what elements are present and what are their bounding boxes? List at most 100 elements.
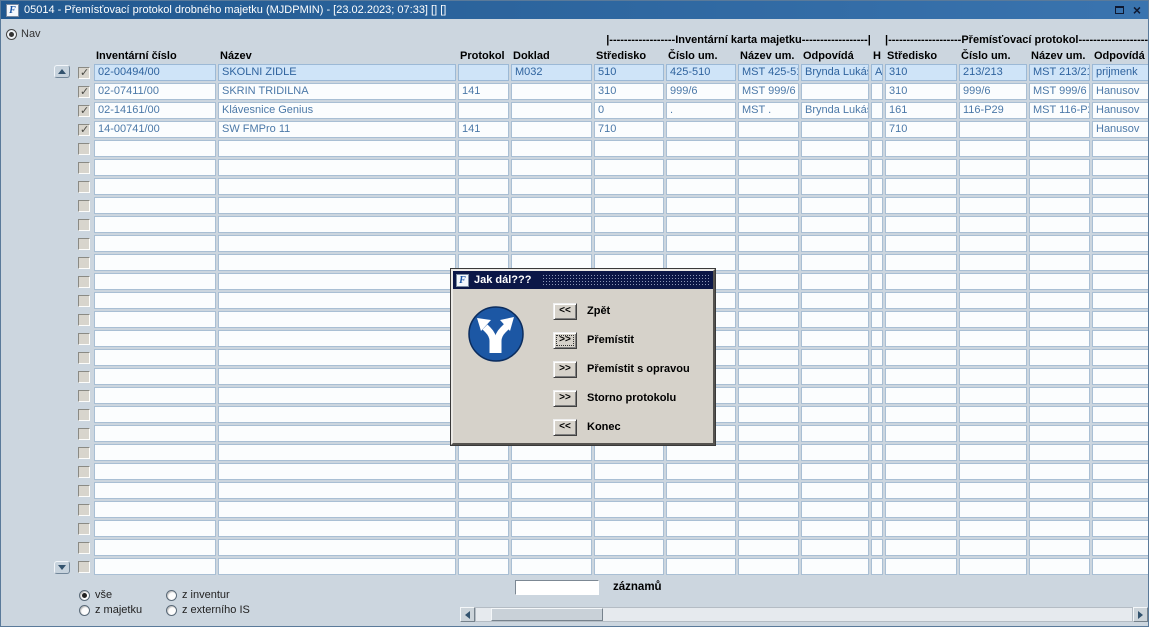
table-cell[interactable] [738,311,799,328]
table-cell[interactable] [666,121,736,138]
table-cell[interactable] [871,140,883,157]
table-cell[interactable] [885,197,957,214]
table-cell[interactable] [218,330,456,347]
row-checkbox[interactable] [78,523,90,535]
table-cell[interactable] [738,254,799,271]
table-cell[interactable] [871,121,883,138]
row-checkbox[interactable] [78,200,90,212]
table-cell[interactable] [666,178,736,195]
table-cell[interactable] [511,140,592,157]
table-cell[interactable] [738,349,799,366]
table-cell[interactable] [1029,539,1090,556]
table-cell[interactable] [666,159,736,176]
table-cell[interactable] [885,349,957,366]
table-row[interactable] [76,216,1148,233]
row-checkbox[interactable] [78,67,90,79]
table-row[interactable] [76,482,1148,499]
row-checkbox[interactable] [78,409,90,421]
table-cell[interactable] [885,273,957,290]
table-cell[interactable] [801,178,869,195]
row-checkbox[interactable] [78,466,90,478]
table-cell[interactable] [94,216,216,233]
table-cell[interactable] [1092,539,1148,556]
table-cell[interactable]: 02-07411/00 [94,83,216,100]
row-checkbox[interactable] [78,561,90,573]
table-cell[interactable] [801,140,869,157]
table-cell[interactable]: 310 [885,83,957,100]
table-cell[interactable] [666,235,736,252]
table-cell[interactable]: Brynda Lukáš [801,64,869,81]
row-checkbox[interactable] [78,390,90,402]
table-cell[interactable] [666,216,736,233]
table-cell[interactable] [1029,235,1090,252]
table-cell[interactable]: 02-14161/00 [94,102,216,119]
table-cell[interactable]: 710 [594,121,664,138]
table-cell[interactable] [218,425,456,442]
table-cell[interactable] [959,463,1027,480]
table-cell[interactable] [666,482,736,499]
table-cell[interactable] [801,292,869,309]
table-cell[interactable] [458,102,509,119]
table-cell[interactable] [738,558,799,575]
table-cell[interactable] [801,330,869,347]
table-cell[interactable] [959,520,1027,537]
row-checkbox[interactable] [78,428,90,440]
table-cell[interactable] [871,387,883,404]
table-cell[interactable] [511,121,592,138]
table-cell[interactable] [218,159,456,176]
row-checkbox[interactable] [78,219,90,231]
table-cell[interactable]: SW FMPro 11 [218,121,456,138]
row-checkbox[interactable] [78,86,90,98]
table-cell[interactable] [94,330,216,347]
table-cell[interactable] [885,520,957,537]
table-cell[interactable] [959,159,1027,176]
row-checkbox[interactable] [78,162,90,174]
table-cell[interactable] [871,463,883,480]
table-cell[interactable] [885,501,957,518]
table-cell[interactable] [1029,330,1090,347]
table-cell[interactable] [959,216,1027,233]
table-cell[interactable] [218,349,456,366]
table-cell[interactable] [94,349,216,366]
table-cell[interactable] [458,463,509,480]
row-checkbox[interactable] [78,238,90,250]
table-cell[interactable] [801,444,869,461]
table-cell[interactable] [458,197,509,214]
table-cell[interactable] [959,235,1027,252]
table-cell[interactable] [458,444,509,461]
table-cell[interactable] [511,520,592,537]
table-cell[interactable] [885,444,957,461]
table-cell[interactable]: MST 213/21 [1029,64,1090,81]
table-cell[interactable] [594,501,664,518]
table-cell[interactable]: 710 [885,121,957,138]
restore-icon[interactable] [1115,6,1124,14]
table-cell[interactable] [218,273,456,290]
table-cell[interactable] [885,292,957,309]
table-cell[interactable] [871,292,883,309]
row-checkbox[interactable] [78,257,90,269]
table-cell[interactable] [871,273,883,290]
table-cell[interactable] [94,292,216,309]
table-cell[interactable] [885,159,957,176]
table-cell[interactable] [94,482,216,499]
table-cell[interactable] [871,235,883,252]
table-cell[interactable] [959,311,1027,328]
table-cell[interactable] [458,159,509,176]
row-checkbox[interactable] [78,352,90,364]
row-checkbox[interactable] [78,295,90,307]
table-cell[interactable] [738,444,799,461]
radio-z-externiho-is[interactable]: z externího IS [166,604,250,616]
table-cell[interactable] [738,159,799,176]
table-cell[interactable] [885,178,957,195]
table-cell[interactable] [885,368,957,385]
table-cell[interactable] [218,235,456,252]
row-checkbox[interactable] [78,181,90,193]
table-cell[interactable] [959,406,1027,423]
table-cell[interactable] [458,539,509,556]
dialog-button-storno-protokolu[interactable]: >> [553,390,577,407]
table-cell[interactable] [871,406,883,423]
row-checkbox[interactable] [78,276,90,288]
table-cell[interactable] [94,159,216,176]
table-cell[interactable] [218,520,456,537]
table-cell[interactable]: Hanusov [1092,102,1148,119]
